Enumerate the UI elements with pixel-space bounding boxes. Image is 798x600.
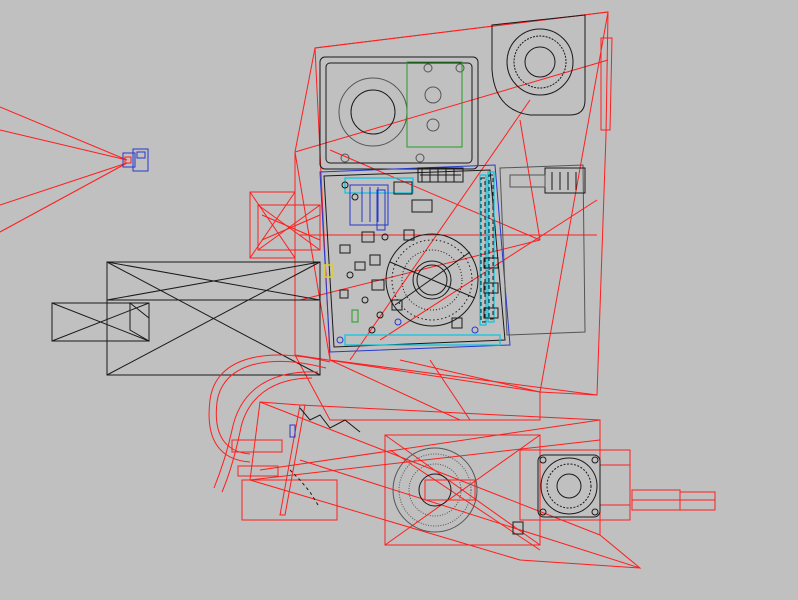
gpu-fan[interactable] — [537, 454, 601, 518]
cpu-cooler[interactable] — [385, 229, 479, 329]
chipset — [349, 184, 389, 226]
hard-drive[interactable] — [319, 56, 479, 170]
camera-frustum-lines — [0, 106, 128, 233]
scene-canvas[interactable] — [0, 0, 798, 600]
blower-fan[interactable] — [491, 14, 586, 116]
gpu-heatsink[interactable] — [392, 447, 478, 533]
drive-cage-large[interactable] — [106, 261, 321, 376]
computer-case[interactable] — [249, 11, 613, 421]
drive-circuit-board — [406, 61, 463, 148]
3d-wireframe-viewport[interactable] — [0, 0, 798, 600]
graphics-card[interactable] — [241, 401, 716, 569]
ram-slots[interactable] — [479, 171, 499, 326]
connector-green — [351, 309, 359, 323]
psu-box[interactable] — [499, 164, 586, 336]
drive-cage-small[interactable] — [51, 301, 150, 342]
power-cable[interactable] — [208, 354, 331, 493]
